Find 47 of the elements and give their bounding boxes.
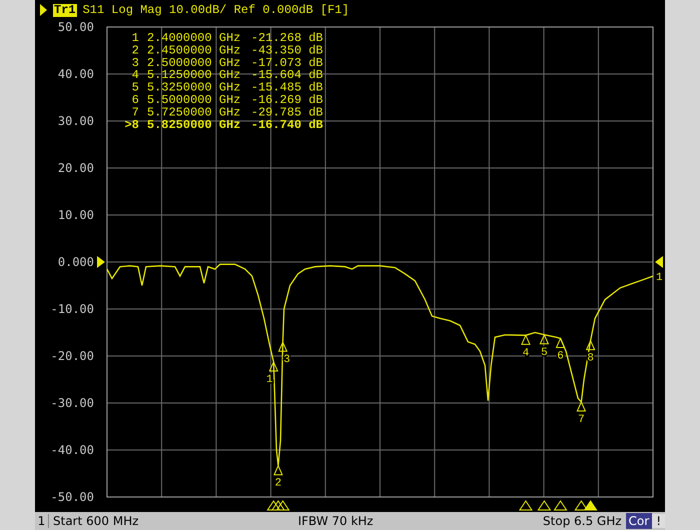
y-axis-label: -30.00 <box>50 396 94 410</box>
marker-number: 2 <box>274 478 282 490</box>
marker-triangle-icon <box>268 360 278 372</box>
if-bandwidth: IFBW 70 kHz <box>296 514 374 528</box>
reference-level-icon <box>655 256 663 268</box>
y-axis-label: 30.00 <box>58 114 94 128</box>
trace-end-label: 1 <box>656 272 663 284</box>
channel-number: 1 <box>35 514 49 528</box>
marker-number: 7 <box>578 414 585 426</box>
y-axis-label: 20.00 <box>58 161 94 175</box>
marker-number: 8 <box>587 352 594 365</box>
y-axis-label: 40.00 <box>58 67 94 81</box>
marker-readout: 7 5.7250000 GHz -29.785 dB <box>132 105 324 120</box>
marker-triangle-icon <box>273 464 283 476</box>
y-axis-label: 10.00 <box>58 208 94 222</box>
marker-number: 4 <box>522 347 530 360</box>
start-frequency: Start 600 MHz <box>52 514 140 528</box>
marker-readout: 4 5.1250000 GHz -15.604 dB <box>132 68 324 82</box>
trace-label[interactable]: Tr1 <box>53 4 77 16</box>
marker-triangle-icon <box>278 341 288 352</box>
marker-readout: 3 2.5000000 GHz -17.073 dB <box>132 56 324 70</box>
marker-readout: >8 5.8250000 GHz -16.740 dB <box>124 118 324 132</box>
reference-level-icon <box>97 256 105 268</box>
y-axis-label: -40.00 <box>50 443 94 457</box>
marker-readout: 1 2.4000000 GHz -21.268 dB <box>132 31 324 45</box>
trace-settings: S11 Log Mag 10.00dB/ Ref 0.000dB [F1] <box>82 3 350 17</box>
marker-number: 1 <box>266 374 273 386</box>
marker-triangle-icon <box>586 339 596 350</box>
alert-indicator: ! <box>652 514 665 528</box>
marker-triangle-icon <box>576 400 586 412</box>
y-axis-label: -10.00 <box>50 302 94 316</box>
correction-indicator: Cor <box>626 513 652 529</box>
stop-frequency: Stop 6.5 GHz <box>542 514 623 528</box>
marker-number: 3 <box>284 354 290 366</box>
y-axis-label: 50.00 <box>58 20 94 34</box>
marker-number: 6 <box>557 350 564 362</box>
marker-triangle-icon <box>556 337 566 348</box>
marker-readout: 2 2.4500000 GHz -43.350 dB <box>132 43 324 58</box>
marker-number: 5 <box>540 346 548 359</box>
trace-pointer-icon <box>40 4 47 16</box>
marker-triangle-icon <box>520 334 531 345</box>
marker-triangle-icon <box>540 334 550 344</box>
y-axis-label: -20.00 <box>50 349 94 363</box>
marker-readout: 6 5.5000000 GHz -16.269 dB <box>132 93 324 107</box>
marker-readout: 5 5.3250000 GHz -15.485 dB <box>132 80 324 95</box>
y-axis-label: 0.000 <box>58 255 94 269</box>
y-axis-label: -50.00 <box>50 490 94 504</box>
